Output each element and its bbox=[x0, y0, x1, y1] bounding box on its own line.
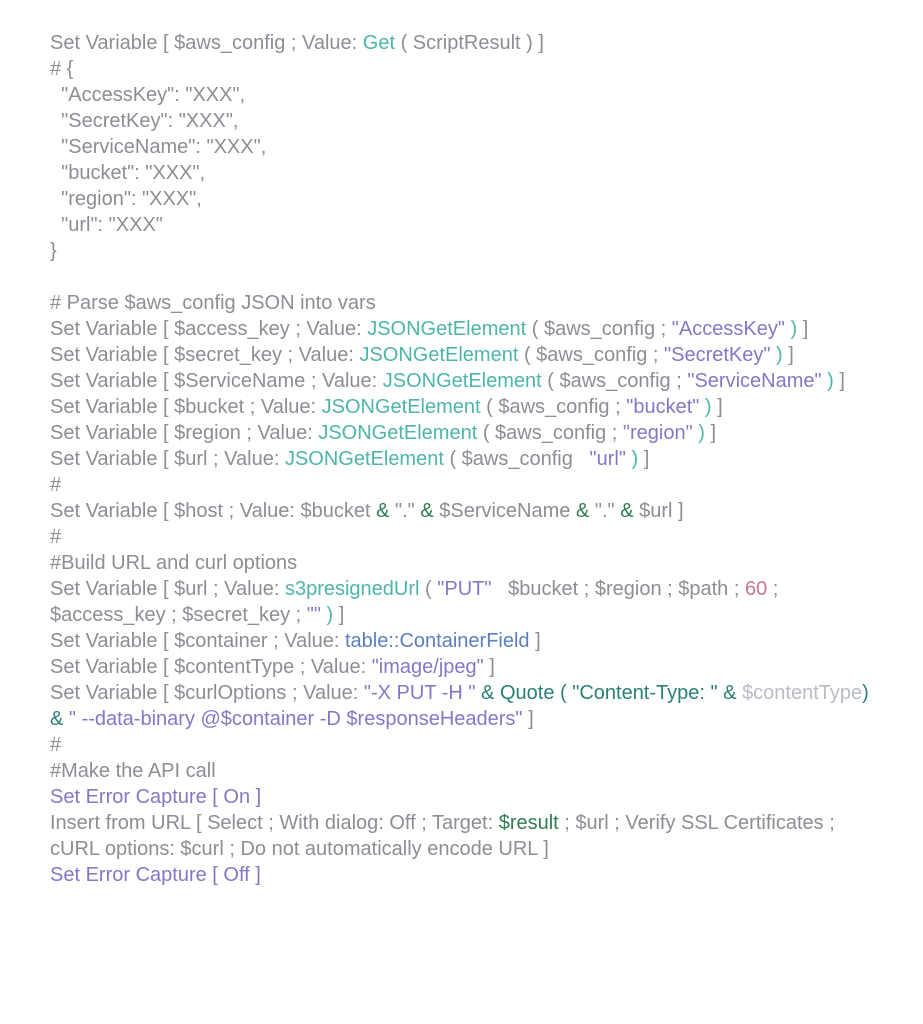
code-text: Set Variable [ $ServiceName ; Value: bbox=[50, 370, 383, 392]
code-text: ( $aws_config ; bbox=[481, 396, 627, 418]
code-text: ) bbox=[785, 318, 803, 340]
string-literal: "" bbox=[307, 604, 321, 626]
comment-line: "ServiceName": "XXX", bbox=[50, 136, 266, 158]
operator: & bbox=[420, 500, 433, 522]
comment-line: # bbox=[50, 474, 61, 496]
comment-line: "region": "XXX", bbox=[50, 188, 202, 210]
string-literal: "bucket" bbox=[626, 396, 699, 418]
function-name: JSONGetElement bbox=[383, 370, 542, 392]
string-literal: "PUT" bbox=[437, 578, 491, 600]
number-literal: 60 bbox=[745, 578, 767, 600]
code-text: ] bbox=[523, 708, 534, 730]
code-text: ( $aws_config ; bbox=[526, 318, 672, 340]
function-name: JSONGetElement bbox=[359, 344, 518, 366]
code-text: Set Variable [ $aws_config ; Value: bbox=[50, 32, 363, 54]
string-literal: "region" bbox=[623, 422, 693, 444]
code-text: ( $aws_config bbox=[444, 448, 590, 470]
comment-line: #Build URL and curl options bbox=[50, 552, 297, 574]
string-literal: "url" bbox=[590, 448, 626, 470]
comment-line: #Make the API call bbox=[50, 760, 216, 782]
comment-line: # { bbox=[50, 58, 73, 80]
code-text: ( bbox=[554, 682, 572, 704]
code-text: ] bbox=[839, 370, 845, 392]
string-literal: "SecretKey" bbox=[664, 344, 770, 366]
comment-line: } bbox=[50, 240, 57, 262]
script-step: [ Off ] bbox=[212, 864, 261, 886]
code-text: $bucket ; $region ; $path ; bbox=[491, 578, 745, 600]
code-text: "." bbox=[589, 500, 620, 522]
code-text: ) bbox=[699, 396, 717, 418]
operator: & bbox=[376, 500, 389, 522]
comment-line: "url": "XXX" bbox=[50, 214, 163, 236]
operator: & bbox=[476, 682, 500, 704]
code-text: ( ScriptResult ) ] bbox=[395, 32, 544, 54]
script-step: Set Error Capture bbox=[50, 864, 212, 886]
code-text: Set Variable [ $region ; Value: bbox=[50, 422, 318, 444]
script-step: Set Error Capture bbox=[50, 786, 212, 808]
code-text: Set Variable [ $bucket ; Value: bbox=[50, 396, 322, 418]
function-name: JSONGetElement bbox=[367, 318, 526, 340]
function-name: Quote bbox=[500, 682, 554, 704]
code-text: Set Variable [ $url ; Value: bbox=[50, 578, 285, 600]
code-text: ) bbox=[822, 370, 840, 392]
comment-line: # bbox=[50, 734, 61, 756]
code-text: ) bbox=[321, 604, 339, 626]
code-text: ] bbox=[803, 318, 809, 340]
field-reference: table::ContainerField bbox=[345, 630, 530, 652]
code-text: ) bbox=[862, 682, 869, 704]
comment-line: "AccessKey": "XXX", bbox=[50, 84, 245, 106]
script-code-block: Set Variable [ $aws_config ; Value: Get … bbox=[0, 0, 923, 918]
code-text: $url ] bbox=[634, 500, 684, 522]
code-text: ] bbox=[717, 396, 723, 418]
string-literal: "Content-Type: " bbox=[572, 682, 717, 704]
code-text: ) bbox=[770, 344, 788, 366]
function-name: Get bbox=[363, 32, 395, 54]
code-text: Set Variable [ $contentType ; Value: bbox=[50, 656, 372, 678]
comment-line: "bucket": "XXX", bbox=[50, 162, 205, 184]
code-text: $ServiceName bbox=[434, 500, 576, 522]
function-name: s3presignedUrl bbox=[285, 578, 420, 600]
string-literal: "AccessKey" bbox=[672, 318, 785, 340]
operator: & bbox=[576, 500, 589, 522]
code-text: ) bbox=[626, 448, 644, 470]
code-text: Set Variable [ $url ; Value: bbox=[50, 448, 285, 470]
variable-ref: $contentType bbox=[742, 682, 862, 704]
operator: & bbox=[620, 500, 633, 522]
string-literal: "-X PUT -H " bbox=[364, 682, 476, 704]
operator: & bbox=[718, 682, 742, 704]
code-text: ( $aws_config ; bbox=[477, 422, 623, 444]
comment-line: # bbox=[50, 526, 61, 548]
string-literal: " --data-binary @$container -D $response… bbox=[69, 708, 523, 730]
code-text: ( bbox=[419, 578, 437, 600]
code-text: "." bbox=[389, 500, 420, 522]
string-literal: "ServiceName" bbox=[687, 370, 821, 392]
code-text: ( $aws_config ; bbox=[518, 344, 664, 366]
function-name: JSONGetElement bbox=[318, 422, 477, 444]
code-text: ) bbox=[693, 422, 711, 444]
variable-ref: $result bbox=[499, 812, 559, 834]
code-text: Insert from URL [ Select ; With dialog: … bbox=[50, 812, 499, 834]
code-text: Set Variable [ $container ; Value: bbox=[50, 630, 345, 652]
code-text: Set Variable [ $host ; Value: $bucket bbox=[50, 500, 376, 522]
code-text: Set Variable [ $secret_key ; Value: bbox=[50, 344, 359, 366]
code-text: Set Variable [ $access_key ; Value: bbox=[50, 318, 367, 340]
function-name: JSONGetElement bbox=[285, 448, 444, 470]
function-name: JSONGetElement bbox=[322, 396, 481, 418]
code-text: ] bbox=[788, 344, 794, 366]
code-text: ( $aws_config ; bbox=[542, 370, 688, 392]
script-step: [ On ] bbox=[212, 786, 261, 808]
code-text: ] bbox=[710, 422, 716, 444]
code-text: ] bbox=[530, 630, 541, 652]
code-text: ] bbox=[644, 448, 650, 470]
comment-line: # Parse $aws_config JSON into vars bbox=[50, 292, 376, 314]
comment-line: "SecretKey": "XXX", bbox=[50, 110, 238, 132]
code-text: Set Variable [ $curlOptions ; Value: bbox=[50, 682, 364, 704]
code-text: ] bbox=[484, 656, 495, 678]
string-literal: "image/jpeg" bbox=[372, 656, 484, 678]
code-text: ] bbox=[339, 604, 345, 626]
